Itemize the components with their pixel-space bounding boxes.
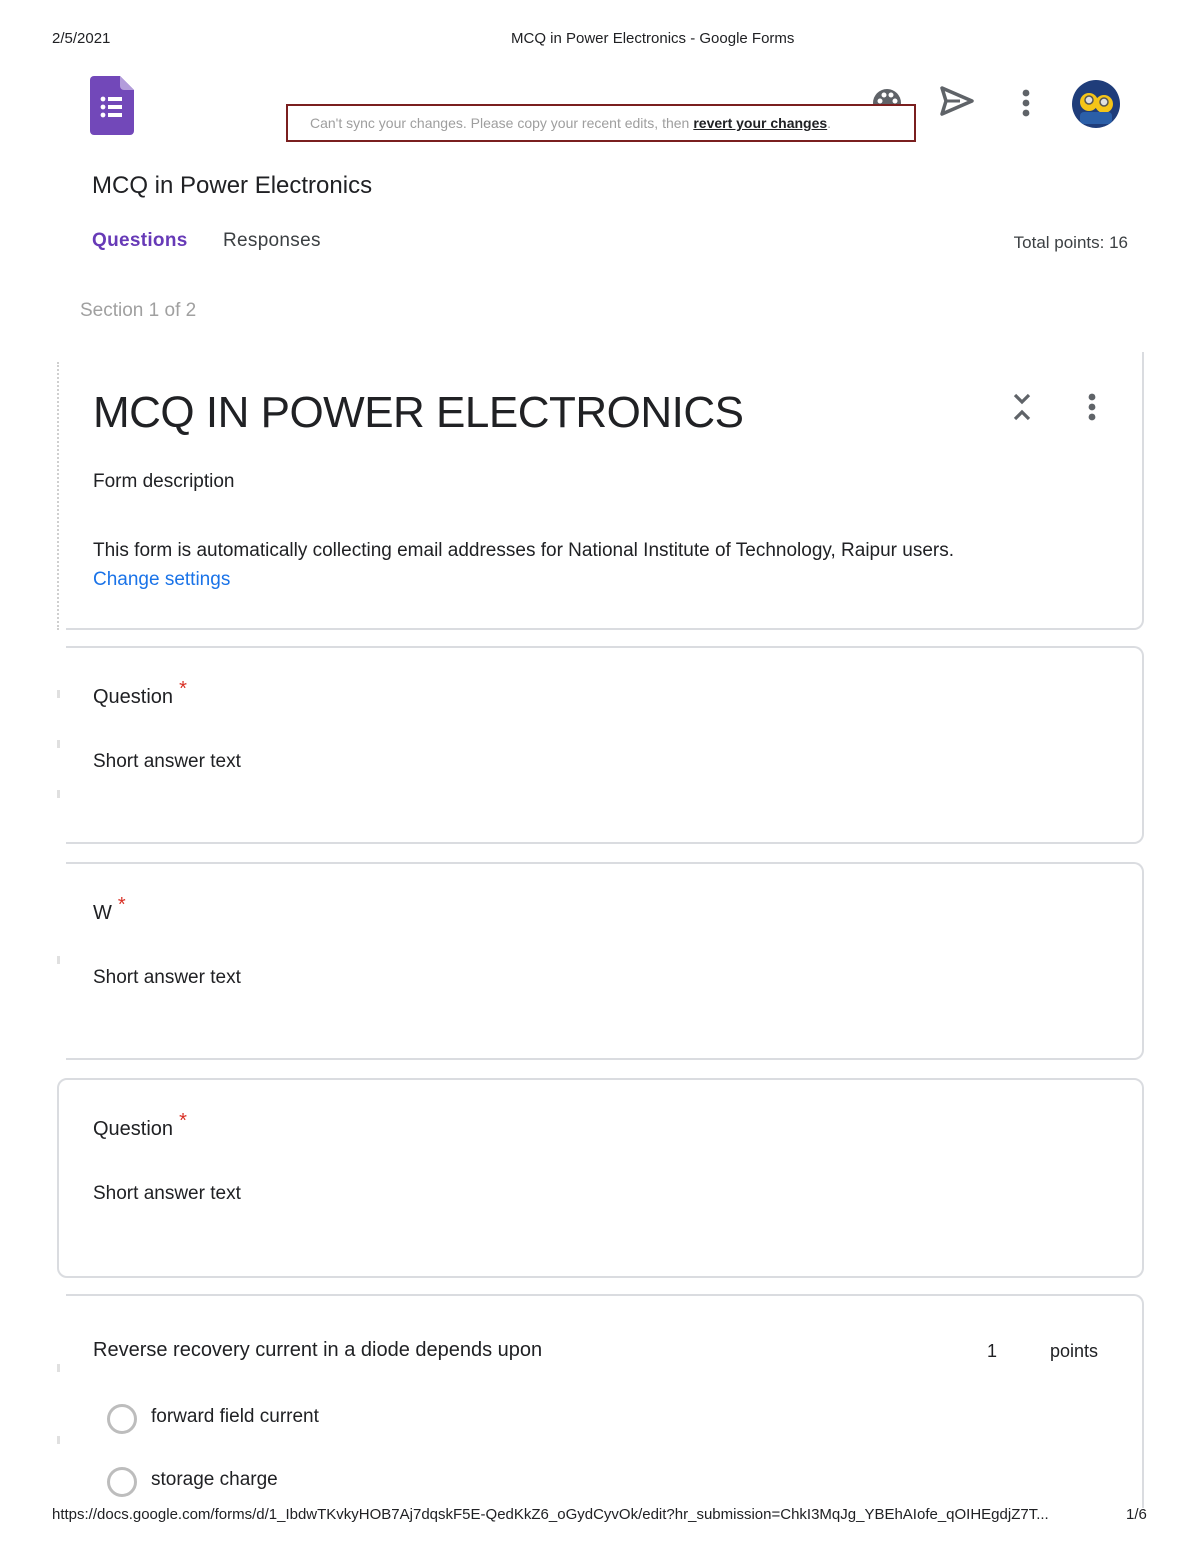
card-edge-tick (57, 740, 60, 748)
question-title[interactable]: W * (93, 894, 126, 925)
required-asterisk: * (179, 678, 187, 700)
short-answer-placeholder: Short answer text (93, 967, 241, 988)
card-edge-tick (57, 956, 60, 964)
palette-icon[interactable] (870, 86, 904, 106)
change-settings-link[interactable]: Change settings (93, 569, 230, 590)
question-title-text: Question (93, 1118, 174, 1140)
avatar[interactable] (1072, 80, 1120, 128)
print-page-title: MCQ in Power Electronics - Google Forms (511, 30, 795, 47)
question-title[interactable]: Question * (93, 678, 187, 709)
points-label: points (1050, 1341, 1099, 1361)
collapse-icon[interactable] (1010, 392, 1034, 422)
radio-button[interactable] (107, 1404, 137, 1434)
question-title[interactable]: Question * (93, 1110, 187, 1141)
form-title[interactable]: MCQ in Power Electronics (92, 172, 372, 200)
forms-logo-icon[interactable] (90, 76, 134, 135)
email-collection-notice: This form is automatically collecting em… (93, 536, 1013, 594)
card-edge-tick (57, 690, 60, 698)
short-answer-placeholder: Short answer text (93, 751, 241, 772)
card-edge-tick (57, 1436, 60, 1444)
print-page-number: 1/6 (1126, 1506, 1147, 1523)
print-date: 2/5/2021 (52, 30, 111, 47)
more-vert-icon[interactable] (1014, 86, 1038, 120)
required-asterisk: * (117, 894, 126, 916)
card-dotted-edge (57, 362, 61, 630)
question-title-text: Question (93, 686, 174, 708)
question-title-text: W (93, 902, 112, 924)
card-more-vert-icon[interactable] (1086, 392, 1098, 422)
total-points: Total points: 16 (1013, 233, 1128, 252)
points-value[interactable]: 1 (987, 1341, 997, 1362)
tab-questions[interactable]: Questions (92, 230, 188, 252)
tab-responses[interactable]: Responses (223, 230, 321, 252)
required-asterisk: * (179, 1110, 187, 1132)
mcq-question-title[interactable]: Reverse recovery current in a diode depe… (93, 1339, 542, 1362)
option-label[interactable]: forward field current (151, 1406, 319, 1428)
sync-end: . (827, 115, 832, 131)
question-card[interactable] (66, 646, 1144, 844)
send-icon[interactable] (940, 84, 974, 118)
section-label: Section 1 of 2 (80, 300, 197, 321)
revert-changes-link[interactable]: revert your changes (693, 115, 827, 131)
question-card[interactable] (57, 1078, 1144, 1278)
form-description[interactable]: Form description (93, 471, 235, 493)
radio-button[interactable] (107, 1467, 137, 1497)
card-edge-tick (57, 790, 60, 798)
notice-text: This form is automatically collecting em… (93, 540, 955, 561)
sync-message: Can't sync your changes. Please copy you… (310, 115, 690, 131)
sync-error-banner: Can't sync your changes. Please copy you… (286, 104, 916, 142)
option-label[interactable]: storage charge (151, 1469, 278, 1491)
card-edge-tick (57, 1364, 60, 1372)
short-answer-placeholder: Short answer text (93, 1183, 241, 1204)
form-header-title[interactable]: MCQ IN POWER ELECTRONICS (93, 388, 744, 438)
question-card[interactable] (66, 862, 1144, 1060)
print-url: https://docs.google.com/forms/d/1_IbdwTK… (52, 1506, 1049, 1523)
